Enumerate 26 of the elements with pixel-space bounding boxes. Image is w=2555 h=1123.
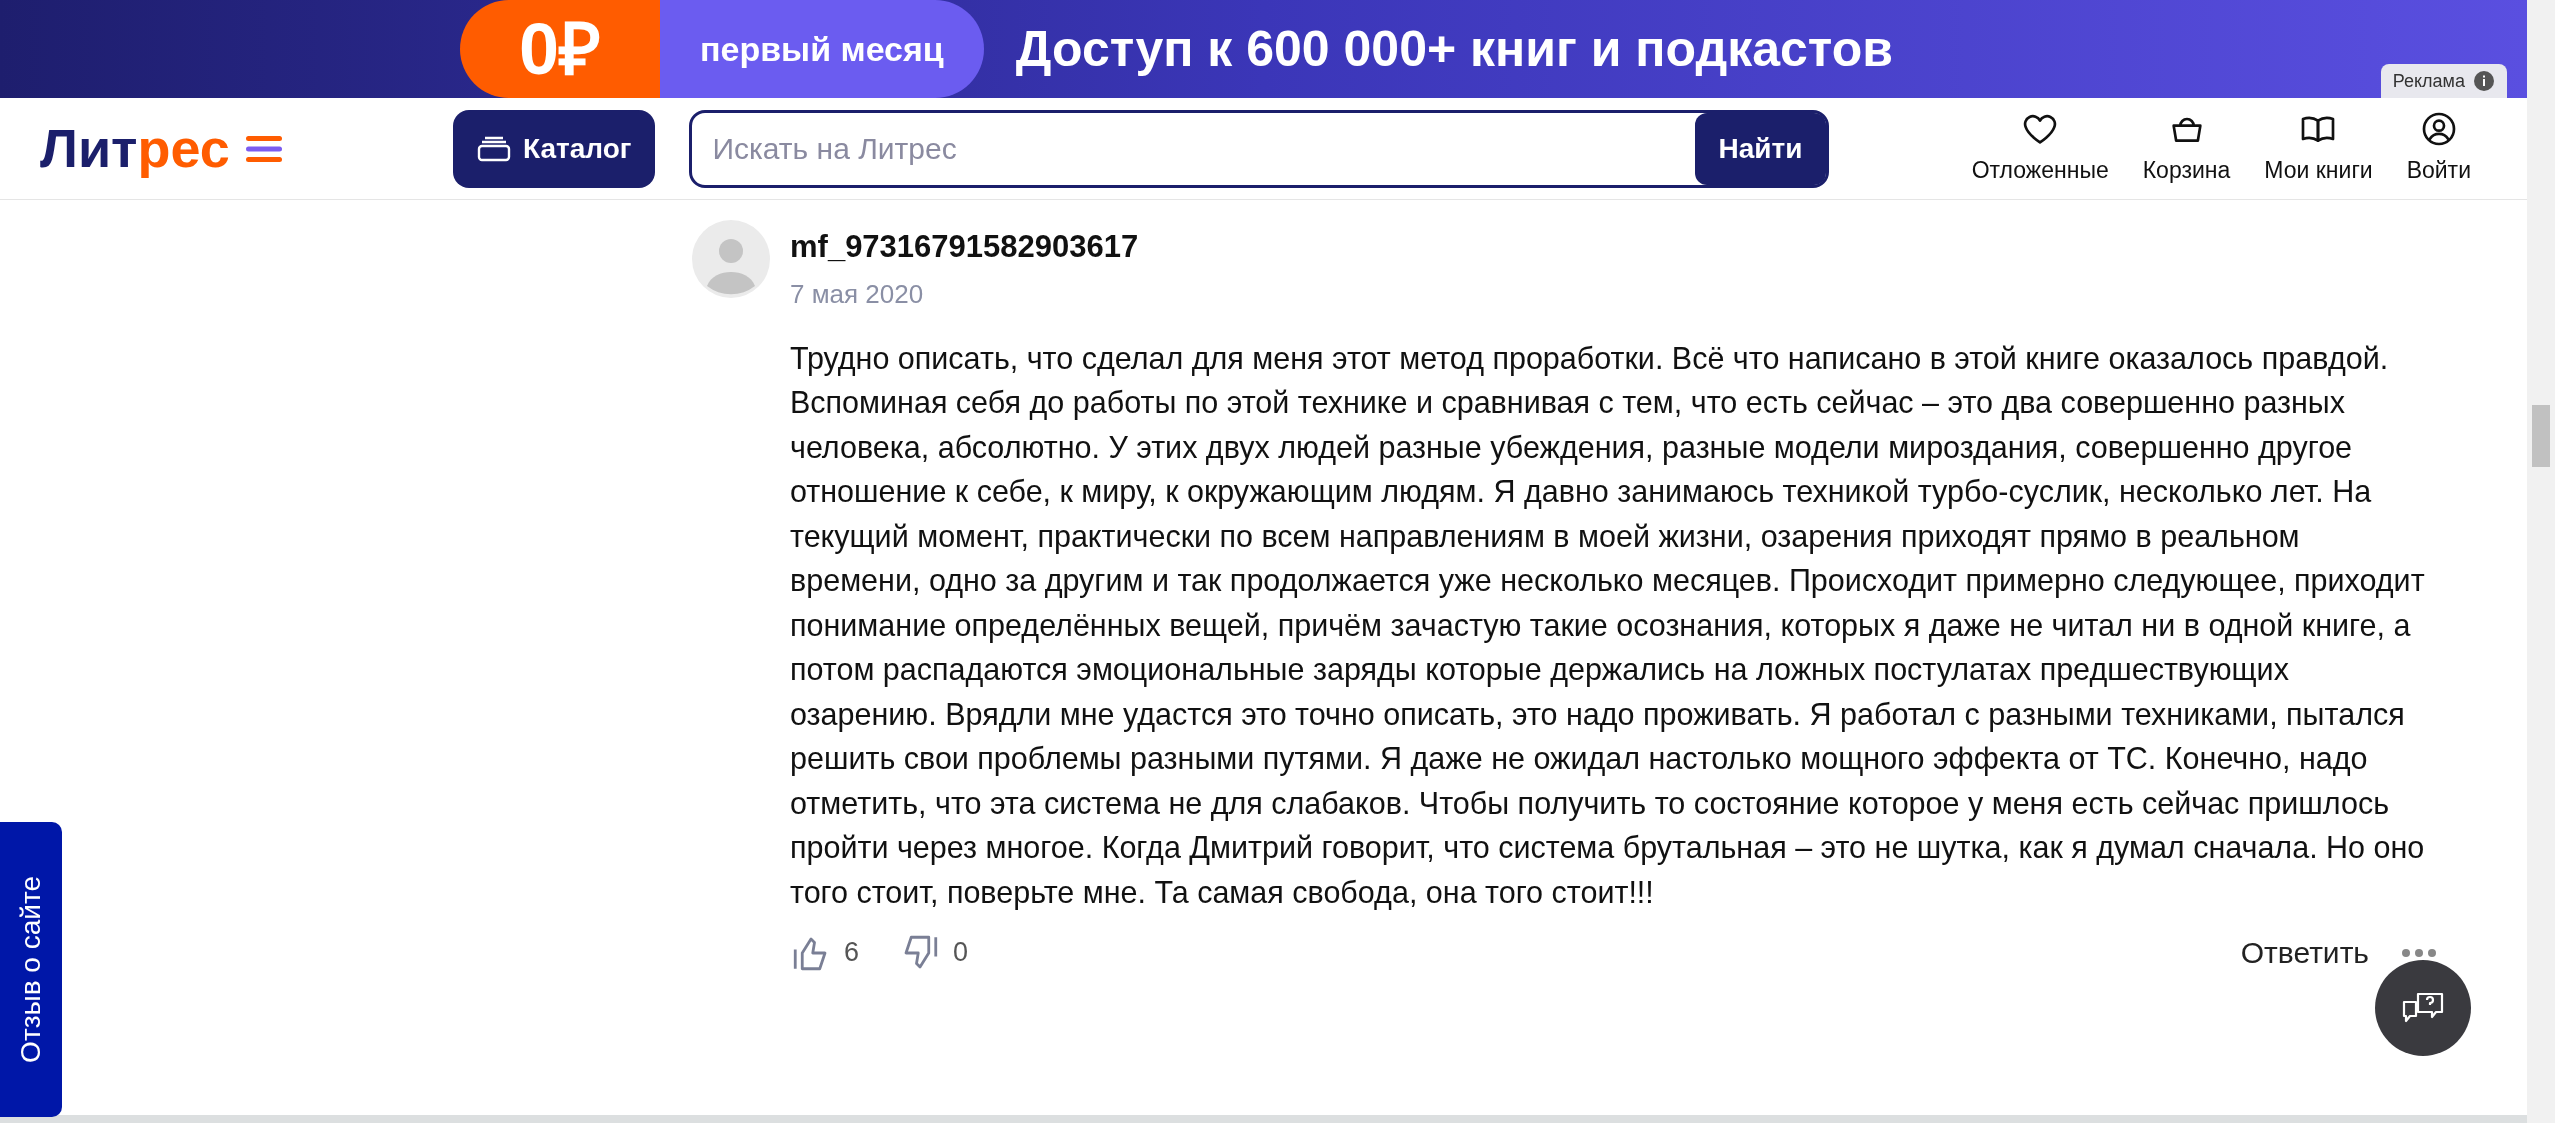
review-date: 7 мая 2020 xyxy=(790,277,925,311)
scrollbar[interactable] xyxy=(2527,0,2555,1123)
ad-label[interactable]: Реклама xyxy=(2380,64,2507,98)
search-field[interactable]: Искать на Литрес Найти xyxy=(689,109,1830,188)
review-text: Трудно описать, что сделал для меня этот метод проработки. Всё что написано в этой книге оказалось правдой. Вспоминая себя до работы по этой технике и сравнивая с тем, что есть сейчас – это два совершенно разных человека, абсолютно. У этих двух людей разные убеждения, разные модели мироздания, совершенно другое отношение к себе, к миру, к окружающим людям. Я давно занимаюсь техникой турбо-суслик, несколько лет. На текущий момент, практически по всем направлениям в моей жизни, озарения приходят прямо в реальном времени, одно за другим и так продолжается уже несколько месяцев. Происходит примерно следующее, приходит понимание определённых вещей, причём зачастую такие осознания, которых я даже не читал ни в одной книге, а потом распадаются эмоциональные заряды которые держались на ложных постулатах предшествующих озарению. Врядли мне удастся это точно описать, это надо проживать. Я работал с разными техниками, пытался решить свои проблемы разными путями. Я даже не ожидал настолько мощного эффекта от ТС. Конечно, надо отметить, что эта система не для слабаков. Чтобы получить то состояние которое у меня есть сейчас пришлось пройти через многое. Когда Дмитрий говорит, что система брутальная – это не шутка, как я думал сначала. Но оно того стоит, поверьте мне. Та самая свобода, она того стоит!!! xyxy=(790,339,2426,912)
author-name[interactable]: mf_97316791582903617 xyxy=(790,224,1139,271)
nav-item[interactable]: Отложенные xyxy=(1971,109,2109,188)
info-icon xyxy=(2473,70,2495,92)
more-icon[interactable] xyxy=(2401,947,2437,958)
nav-item[interactable]: Мои книги xyxy=(2264,109,2373,188)
search-button[interactable]: Найти xyxy=(1694,112,1827,185)
layers-icon xyxy=(477,135,511,162)
offer-label: первый месяц xyxy=(660,0,984,98)
ad-banner[interactable]: 0₽ первый месяц Доступ к 600 000+ книг и подкастов Реклама xyxy=(0,0,2527,98)
dislike-button[interactable]: 0 xyxy=(899,931,969,974)
nav-item[interactable]: Корзина xyxy=(2142,109,2231,188)
feedback-tab[interactable]: Отзыв о сайте xyxy=(0,822,62,1117)
catalog-button[interactable]: Каталог xyxy=(453,109,656,188)
reply-button[interactable]: Ответить xyxy=(2240,930,2369,975)
banner-headline: Доступ к 600 000+ книг и подкастов xyxy=(1015,19,1893,79)
stripes-icon xyxy=(245,133,282,164)
like-button[interactable]: 6 xyxy=(790,931,860,974)
logo[interactable]: Литрес xyxy=(40,108,390,189)
nav-item[interactable]: Войти xyxy=(2406,109,2471,188)
avatar-icon xyxy=(692,220,770,298)
price-badge: 0₽ xyxy=(460,0,660,98)
